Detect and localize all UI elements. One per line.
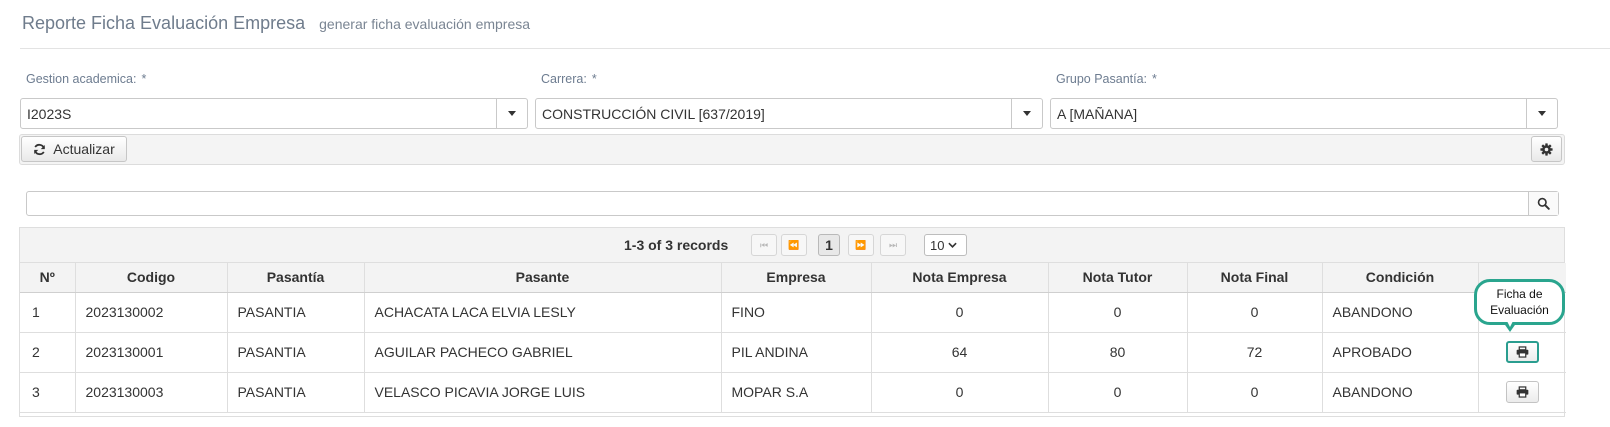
gestion-required-mark: * — [141, 72, 147, 86]
carrera-field: Carrera: * CONSTRUCCIÓN CIVIL [637/2019] — [535, 72, 1043, 129]
search-input[interactable] — [27, 192, 1528, 215]
gestion-label: Gestion academica: — [26, 72, 137, 86]
cell-empresa: PIL ANDINA — [721, 332, 872, 373]
settings-button[interactable] — [1531, 136, 1562, 162]
cell-empresa: FINO — [721, 292, 872, 333]
last-page-button[interactable]: ⏭ — [880, 234, 906, 256]
column-header-numero[interactable]: Nº — [20, 263, 76, 293]
page-subtitle: generar ficha evaluación empresa — [319, 16, 531, 32]
gestion-field: Gestion academica: * I2023S — [20, 72, 528, 129]
column-header-condicion[interactable]: Condición — [1322, 263, 1479, 293]
current-page-button[interactable]: 1 — [818, 234, 840, 256]
column-header-pasante[interactable]: Pasante — [364, 263, 722, 293]
refresh-icon — [34, 143, 46, 155]
tooltip-line-1: Ficha de — [1496, 287, 1543, 301]
tooltip-line-2: Evaluación — [1490, 303, 1549, 317]
cell-pasante: ACHACATA LACA ELVIA LESLY — [364, 292, 722, 333]
column-header-nota-empresa[interactable]: Nota Empresa — [871, 263, 1049, 293]
header-divider — [20, 48, 1610, 49]
cell-pasantia: PASANTIA — [227, 332, 365, 373]
print-button[interactable] — [1505, 381, 1539, 403]
gestion-value: I2023S — [27, 105, 72, 122]
column-header-codigo[interactable]: Codigo — [75, 263, 228, 293]
print-icon — [1516, 346, 1529, 358]
grupo-required-mark: * — [1152, 72, 1157, 86]
grupo-value: A [MAÑANA] — [1057, 105, 1138, 122]
cell-pasantia: PASANTIA — [227, 292, 365, 333]
cell-condicion: ABANDONO — [1322, 292, 1479, 333]
cell-nota-empresa: 64 — [871, 332, 1049, 373]
page-title: Reporte Ficha Evaluación Empresa — [22, 13, 306, 33]
column-header-nota-final[interactable]: Nota Final — [1187, 263, 1323, 293]
chevron-down-icon — [948, 242, 958, 248]
tooltip-pointer-inner — [1507, 321, 1513, 327]
table-row: 3 2023130003 PASANTIA VELASCO PICAVIA JO… — [20, 372, 1566, 413]
cell-nota-empresa: 0 — [871, 292, 1049, 333]
search-icon — [1537, 197, 1550, 210]
first-page-button[interactable]: ⏮ — [751, 234, 777, 256]
search-button[interactable] — [1528, 192, 1558, 215]
print-tooltip: Ficha de Evaluación — [1474, 279, 1565, 325]
column-header-pasantia[interactable]: Pasantía — [227, 263, 365, 293]
cell-numero: 1 — [20, 292, 76, 333]
gestion-select[interactable]: I2023S — [20, 98, 528, 129]
cell-nota-final: 72 — [1187, 332, 1323, 373]
cell-actions — [1478, 372, 1566, 413]
cell-pasantia: PASANTIA — [227, 372, 365, 413]
carrera-value: CONSTRUCCIÓN CIVIL [637/2019] — [542, 105, 765, 122]
cell-nota-tutor: 0 — [1048, 292, 1188, 333]
page-header: Reporte Ficha Evaluación Empresa generar… — [22, 13, 530, 34]
column-header-nota-tutor[interactable]: Nota Tutor — [1048, 263, 1188, 293]
cell-nota-empresa: 0 — [871, 372, 1049, 413]
data-grid: 1-3 of 3 records ⏮ ⏪ 1 ⏩ ⏭ 10 Nº Codigo … — [19, 227, 1566, 417]
rows-per-page-value: 10 — [930, 237, 945, 253]
cell-nota-final: 0 — [1187, 372, 1323, 413]
cell-empresa: MOPAR S.A — [721, 372, 872, 413]
grupo-dropdown-icon[interactable] — [1526, 99, 1557, 128]
gear-icon — [1540, 142, 1553, 156]
pager: 1-3 of 3 records ⏮ ⏪ 1 ⏩ ⏭ 10 — [20, 228, 1564, 263]
cell-nota-tutor: 0 — [1048, 372, 1188, 413]
table-header-row: Nº Codigo Pasantía Pasante Empresa Nota … — [20, 263, 1566, 293]
cell-nota-tutor: 80 — [1048, 332, 1188, 373]
cell-numero: 3 — [20, 372, 76, 413]
column-header-empresa[interactable]: Empresa — [721, 263, 872, 293]
print-button[interactable] — [1505, 341, 1539, 363]
next-page-button[interactable]: ⏩ — [848, 234, 874, 256]
cell-numero: 2 — [20, 332, 76, 373]
prev-page-button[interactable]: ⏪ — [781, 234, 807, 256]
search-bar — [26, 191, 1559, 216]
cell-pasante: VELASCO PICAVIA JORGE LUIS — [364, 372, 722, 413]
cell-condicion: ABANDONO — [1322, 372, 1479, 413]
refresh-button-label: Actualizar — [53, 141, 115, 157]
grupo-select[interactable]: A [MAÑANA] — [1050, 98, 1558, 129]
table-row: 1 2023130002 PASANTIA ACHACATA LACA ELVI… — [20, 292, 1566, 333]
carrera-label: Carrera: — [541, 72, 587, 86]
carrera-select[interactable]: CONSTRUCCIÓN CIVIL [637/2019] — [535, 98, 1043, 129]
carrera-dropdown-icon[interactable] — [1011, 99, 1042, 128]
rows-per-page-select[interactable]: 10 — [924, 234, 967, 256]
cell-actions — [1478, 332, 1566, 373]
cell-nota-final: 0 — [1187, 292, 1323, 333]
cell-codigo: 2023130002 — [75, 292, 228, 333]
cell-pasante: AGUILAR PACHECO GABRIEL — [364, 332, 722, 373]
refresh-button[interactable]: Actualizar — [21, 136, 127, 162]
cell-codigo: 2023130003 — [75, 372, 228, 413]
carrera-required-mark: * — [591, 72, 597, 86]
cell-codigo: 2023130001 — [75, 332, 228, 373]
table-row: 2 2023130001 PASANTIA AGUILAR PACHECO GA… — [20, 332, 1566, 373]
toolbar: Actualizar — [19, 134, 1565, 165]
records-count: 1-3 of 3 records — [624, 237, 729, 253]
results-table: Nº Codigo Pasantía Pasante Empresa Nota … — [20, 263, 1566, 413]
print-icon — [1516, 386, 1529, 398]
gestion-dropdown-icon[interactable] — [496, 99, 527, 128]
cell-condicion: APROBADO — [1322, 332, 1479, 373]
grupo-label: Grupo Pasantía: — [1056, 72, 1148, 86]
grupo-field: Grupo Pasantía: * A [MAÑANA] — [1050, 72, 1558, 129]
